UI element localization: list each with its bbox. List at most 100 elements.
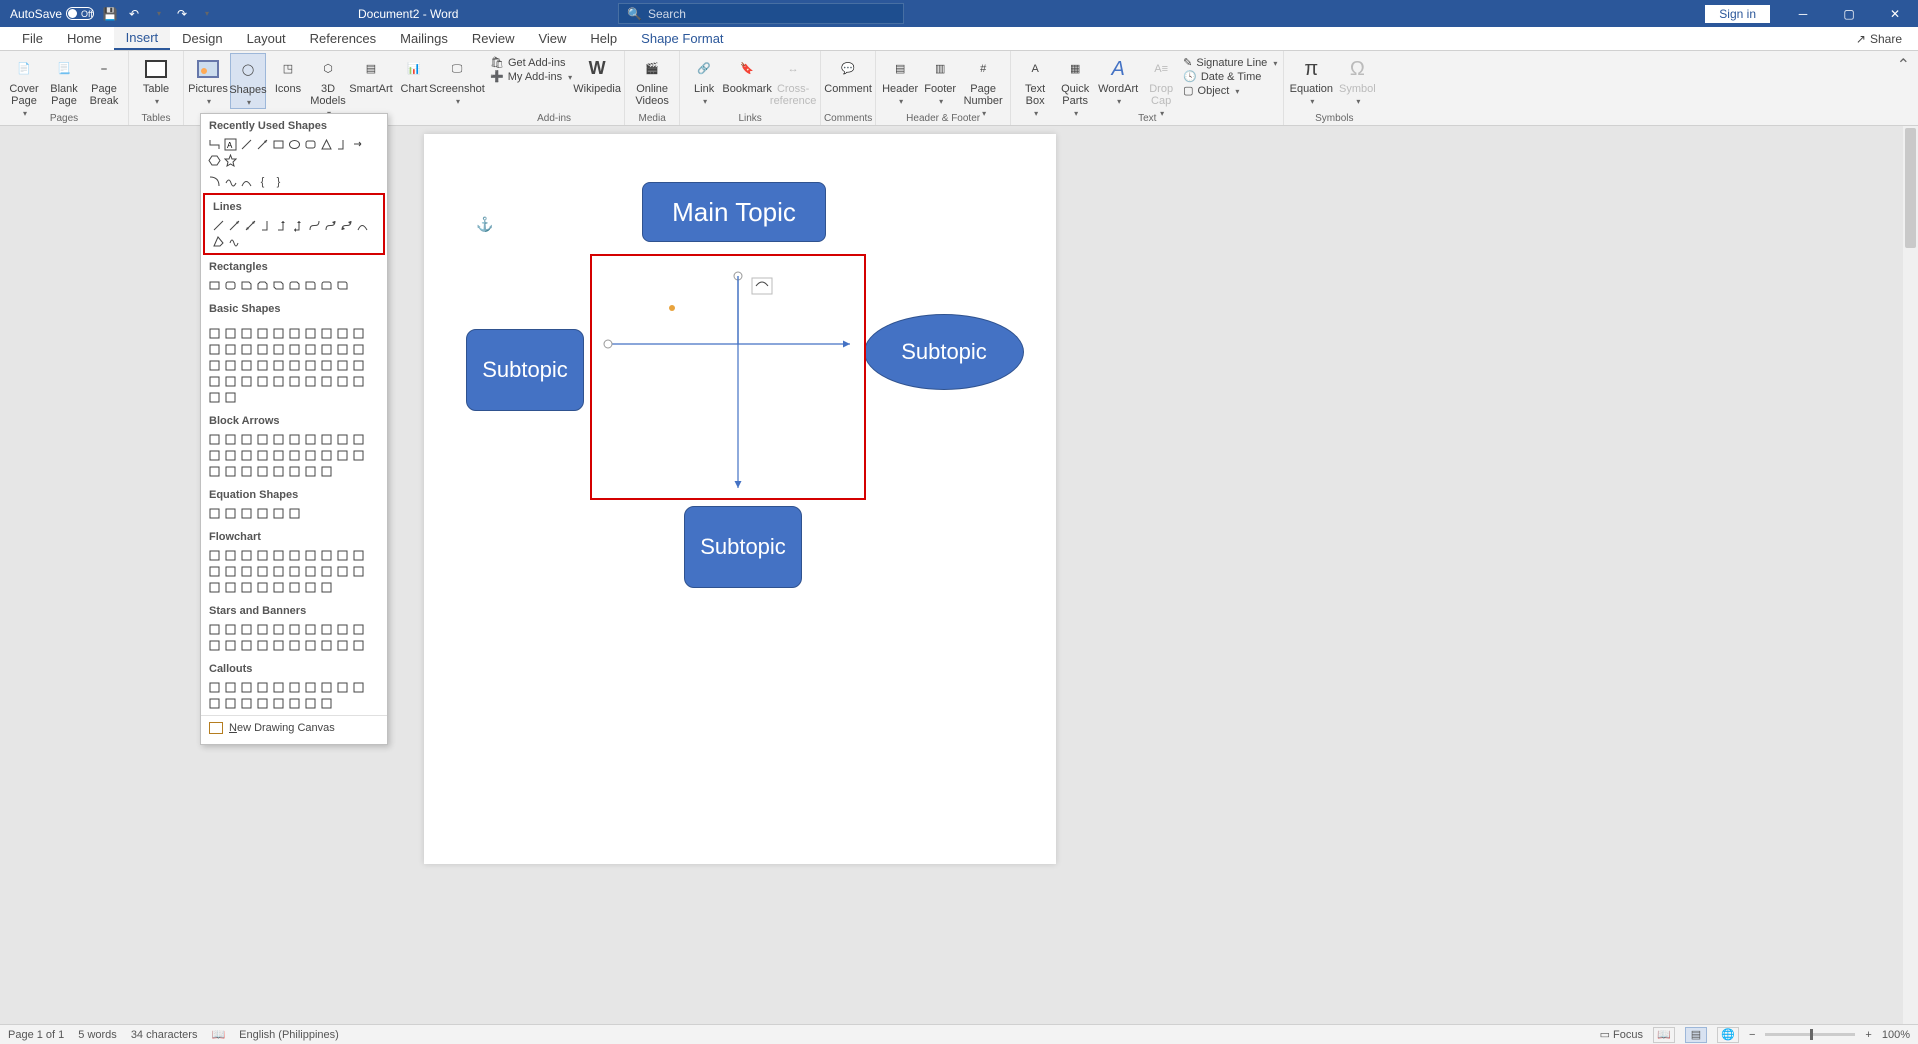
shape-basic-13[interactable] [255, 342, 270, 357]
shape-basic-9[interactable] [351, 326, 366, 341]
shape-flow-0[interactable] [207, 548, 222, 563]
shape-arrow-3[interactable] [255, 432, 270, 447]
shape-star-9[interactable] [351, 622, 366, 637]
shape-callout-10[interactable] [207, 696, 222, 711]
shape-flow-18[interactable] [335, 564, 350, 579]
tab-file[interactable]: File [10, 28, 55, 49]
shape-flow-9[interactable] [351, 548, 366, 563]
shape-curve[interactable] [239, 174, 254, 189]
get-addins-button[interactable]: 🛍Get Add-ins [490, 56, 572, 69]
pictures-button[interactable]: Pictures [190, 53, 226, 107]
chart-button[interactable]: 📊Chart [396, 53, 432, 95]
shape-arrow-18[interactable] [335, 448, 350, 463]
shape-basic-39[interactable] [351, 374, 366, 389]
shape-line-double-arrow[interactable] [243, 218, 258, 233]
shape-star-5[interactable] [287, 622, 302, 637]
shape-basic-36[interactable] [303, 374, 318, 389]
shape-flow-5[interactable] [287, 548, 302, 563]
shape-callout-3[interactable] [255, 680, 270, 695]
shape-flow-27[interactable] [319, 580, 334, 595]
shape-star-0[interactable] [207, 622, 222, 637]
shape-star-3[interactable] [255, 622, 270, 637]
shape-basic-3[interactable] [255, 326, 270, 341]
shape-arrow-9[interactable] [351, 432, 366, 447]
shape-flow-24[interactable] [271, 580, 286, 595]
shape-line-arrow-1[interactable] [227, 218, 242, 233]
shape-flow-25[interactable] [287, 580, 302, 595]
table-button[interactable]: Table [135, 53, 177, 107]
status-spellcheck-icon[interactable]: 📖 [211, 1028, 225, 1041]
status-language[interactable]: English (Philippines) [239, 1029, 339, 1041]
tab-layout[interactable]: Layout [235, 28, 298, 49]
shape-basic-38[interactable] [335, 374, 350, 389]
shape-basic-18[interactable] [335, 342, 350, 357]
shape-rect-round1[interactable] [303, 278, 318, 293]
shape-basic-30[interactable] [207, 374, 222, 389]
shape-scribble-line[interactable] [227, 234, 242, 249]
shape-basic-8[interactable] [335, 326, 350, 341]
collapse-ribbon-icon[interactable]: ⌃ [1889, 51, 1918, 125]
shape-main-topic[interactable]: Main Topic [642, 182, 826, 242]
shape-basic-26[interactable] [303, 358, 318, 373]
shape-arrow-14[interactable] [271, 448, 286, 463]
shape-brace-left[interactable]: { [255, 174, 270, 189]
view-read-mode[interactable]: 📖 [1653, 1027, 1675, 1043]
zoom-out-button[interactable]: − [1749, 1029, 1755, 1041]
shape-star-1[interactable] [223, 622, 238, 637]
shape-rect-snip2[interactable] [255, 278, 270, 293]
shape-subtopic-left[interactable]: Subtopic [466, 329, 584, 411]
new-drawing-canvas[interactable]: New Drawing Canvas [201, 715, 387, 740]
shape-basic-27[interactable] [319, 358, 334, 373]
redo-icon[interactable]: ↷ [174, 6, 190, 22]
shape-arrow-12[interactable] [239, 448, 254, 463]
shape-arrow-27[interactable] [319, 464, 334, 479]
shape-equation-1[interactable] [223, 506, 238, 521]
footer-button[interactable]: ▥Footer [922, 53, 958, 107]
save-icon[interactable]: 💾 [102, 6, 118, 22]
shape-brace-right[interactable]: } [271, 174, 286, 189]
shape-arrow-13[interactable] [255, 448, 270, 463]
shape-flow-21[interactable] [223, 580, 238, 595]
shape-arrow-1[interactable] [223, 432, 238, 447]
share-button[interactable]: ↗ Share [1856, 32, 1908, 46]
tab-references[interactable]: References [298, 28, 388, 49]
connectors[interactable] [598, 270, 858, 500]
shape-basic-21[interactable] [223, 358, 238, 373]
shape-callout-14[interactable] [271, 696, 286, 711]
shape-star-17[interactable] [319, 638, 334, 653]
shape-flow-14[interactable] [271, 564, 286, 579]
signature-line-button[interactable]: ✎Signature Line [1183, 56, 1277, 69]
shape-basic-15[interactable] [287, 342, 302, 357]
object-button[interactable]: ▢Object [1183, 84, 1277, 97]
shape-basic-0[interactable] [207, 326, 222, 341]
shape-arrow-17[interactable] [319, 448, 334, 463]
cover-page-button[interactable]: 📄Cover Page [6, 53, 42, 119]
shape-star-11[interactable] [223, 638, 238, 653]
shape-star-16[interactable] [303, 638, 318, 653]
online-videos-button[interactable]: 🎬Online Videos [631, 53, 673, 107]
shape-basic-11[interactable] [223, 342, 238, 357]
shape-basic-14[interactable] [271, 342, 286, 357]
zoom-level[interactable]: 100% [1882, 1029, 1910, 1041]
screenshot-button[interactable]: 🖵Screenshot [436, 53, 478, 107]
undo-dropdown[interactable] [150, 6, 166, 22]
shape-basic-10[interactable] [207, 342, 222, 357]
shape-curved-double[interactable] [339, 218, 354, 233]
shape-flow-15[interactable] [287, 564, 302, 579]
shape-basic-23[interactable] [255, 358, 270, 373]
shape-flow-19[interactable] [351, 564, 366, 579]
symbol-button[interactable]: ΩSymbol [1336, 53, 1378, 107]
equation-button[interactable]: πEquation [1290, 53, 1332, 107]
shape-basic-29[interactable] [351, 358, 366, 373]
shape-basic-7[interactable] [319, 326, 334, 341]
tab-mailings[interactable]: Mailings [388, 28, 460, 49]
shape-arrow-right[interactable] [351, 137, 366, 152]
shape-rect-rounded[interactable] [223, 278, 238, 293]
header-button[interactable]: ▤Header [882, 53, 918, 107]
shape-arrow-26[interactable] [303, 464, 318, 479]
page-break-button[interactable]: ⎯Page Break [86, 53, 122, 107]
comment-button[interactable]: 💬Comment [827, 53, 869, 95]
tab-home[interactable]: Home [55, 28, 114, 49]
shape-callout-0[interactable] [207, 680, 222, 695]
shape-basic-25[interactable] [287, 358, 302, 373]
